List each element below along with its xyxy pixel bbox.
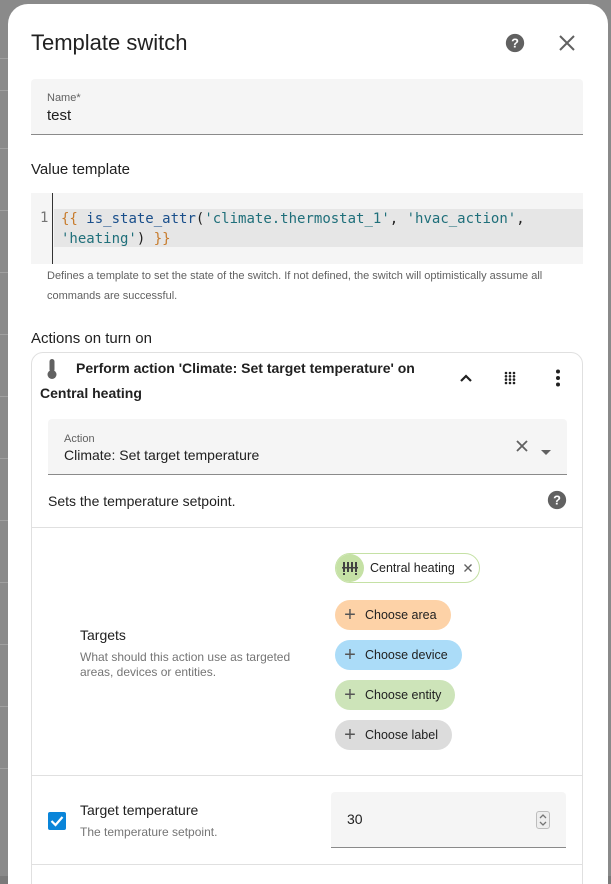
targets-title: Targets — [80, 627, 126, 643]
selected-entity-label: Central heating — [370, 561, 455, 575]
code-comma: , — [389, 211, 407, 227]
value-template-helper: Defines a template to set the state of t… — [47, 270, 543, 302]
plus-icon: + — [344, 724, 356, 746]
actions-on-title: Actions on turn on — [31, 330, 152, 347]
bg-divider — [0, 458, 8, 459]
choose-entity-chip[interactable]: + Choose entity — [335, 680, 456, 710]
choose-area-label: Choose area — [365, 608, 437, 622]
help-circle-icon: ? — [547, 490, 567, 510]
code-arg1: 'climate.thermostat_1' — [204, 211, 390, 227]
check-icon — [50, 816, 64, 827]
code-text: {{ is_state_attr('climate.thermostat_1',… — [61, 209, 576, 249]
code-function: is_state_attr — [86, 211, 196, 227]
bg-divider — [0, 90, 8, 91]
clear-button[interactable] — [515, 439, 529, 458]
name-field[interactable]: Name* test — [31, 79, 583, 135]
drag-handle[interactable] — [496, 364, 524, 392]
action-help-button[interactable]: ? — [541, 484, 573, 516]
action-card-header[interactable]: Perform action 'Climate: Set target temp… — [40, 356, 440, 406]
bg-divider — [0, 768, 8, 769]
code-gutter: 1 — [31, 193, 53, 264]
section-divider — [32, 775, 582, 776]
section-divider — [32, 864, 582, 865]
bg-divider — [0, 334, 8, 335]
dots-vertical-icon — [556, 369, 560, 387]
help-button[interactable]: ? — [499, 27, 531, 59]
name-field-value: test — [47, 107, 72, 124]
target-temperature-input[interactable]: 30 — [331, 792, 566, 848]
target-temperature-checkbox[interactable] — [48, 812, 66, 830]
action-card-header-text: Perform action 'Climate: Set target temp… — [40, 360, 415, 401]
action-select-value: Climate: Set target temperature — [64, 447, 260, 463]
collapse-button[interactable] — [452, 364, 480, 392]
bg-divider — [0, 582, 8, 583]
action-select-label: Action — [64, 433, 95, 445]
number-spinner[interactable] — [536, 811, 550, 829]
bg-divider — [0, 148, 8, 149]
action-card: Perform action 'Climate: Set target temp… — [31, 352, 583, 884]
chevron-up-icon — [460, 374, 472, 382]
bg-divider — [0, 520, 8, 521]
bg-divider — [0, 644, 8, 645]
drag-handle-icon — [504, 371, 516, 385]
bg-divider — [0, 706, 8, 707]
targets-description: What should this action use as targeted … — [80, 650, 291, 679]
menu-down-icon — [541, 450, 551, 455]
svg-text:?: ? — [553, 493, 561, 508]
choose-label-label: Choose label — [365, 728, 438, 742]
spinner-arrows-icon — [539, 814, 547, 826]
code-paren-close: ) — [136, 231, 146, 247]
code-arg3: 'heating' — [61, 231, 137, 247]
bg-divider — [0, 396, 8, 397]
target-temperature-description: The temperature setpoint. — [80, 825, 218, 839]
dialog-title: Template switch — [31, 30, 188, 55]
template-switch-dialog: Template switch ? Name* test Value templ… — [8, 4, 608, 884]
dropdown-button[interactable] — [540, 443, 552, 461]
radiator-icon — [336, 554, 364, 582]
code-close-brace: }} — [153, 231, 171, 247]
plus-icon: + — [344, 684, 356, 706]
remove-chip-icon[interactable] — [463, 563, 473, 573]
target-temperature-value: 30 — [347, 811, 363, 827]
section-divider — [32, 527, 582, 528]
line-number: 1 — [40, 210, 49, 226]
value-template-title: Value template — [31, 161, 130, 178]
plus-icon: + — [344, 604, 356, 626]
code-comma2: , — [516, 211, 525, 227]
choose-label-chip[interactable]: + Choose label — [335, 720, 452, 750]
clear-icon — [516, 440, 528, 452]
action-description: Sets the temperature setpoint. — [48, 493, 236, 509]
code-arg2: 'hvac_action' — [406, 211, 517, 227]
plus-icon: + — [344, 644, 356, 666]
choose-device-label: Choose device — [365, 648, 448, 662]
bg-divider — [0, 210, 8, 211]
code-open-brace: {{ — [61, 211, 78, 227]
name-field-label: Name* — [47, 92, 81, 104]
close-icon — [559, 35, 575, 51]
target-temperature-title: Target temperature — [80, 802, 199, 818]
bg-divider — [0, 58, 8, 59]
choose-area-chip[interactable]: + Choose area — [335, 600, 451, 630]
help-circle-icon: ? — [505, 33, 525, 53]
choose-entity-label: Choose entity — [365, 688, 442, 702]
svg-text:?: ? — [511, 36, 519, 51]
value-template-editor[interactable]: 1 {{ is_state_attr('climate.thermostat_1… — [31, 193, 583, 264]
overflow-menu-button[interactable] — [544, 364, 572, 392]
choose-device-chip[interactable]: + Choose device — [335, 640, 462, 670]
action-select[interactable]: Action Climate: Set target temperature — [48, 419, 567, 475]
bg-divider — [0, 272, 8, 273]
close-button[interactable] — [551, 27, 583, 59]
selected-entity-chip[interactable]: Central heating — [335, 553, 480, 583]
